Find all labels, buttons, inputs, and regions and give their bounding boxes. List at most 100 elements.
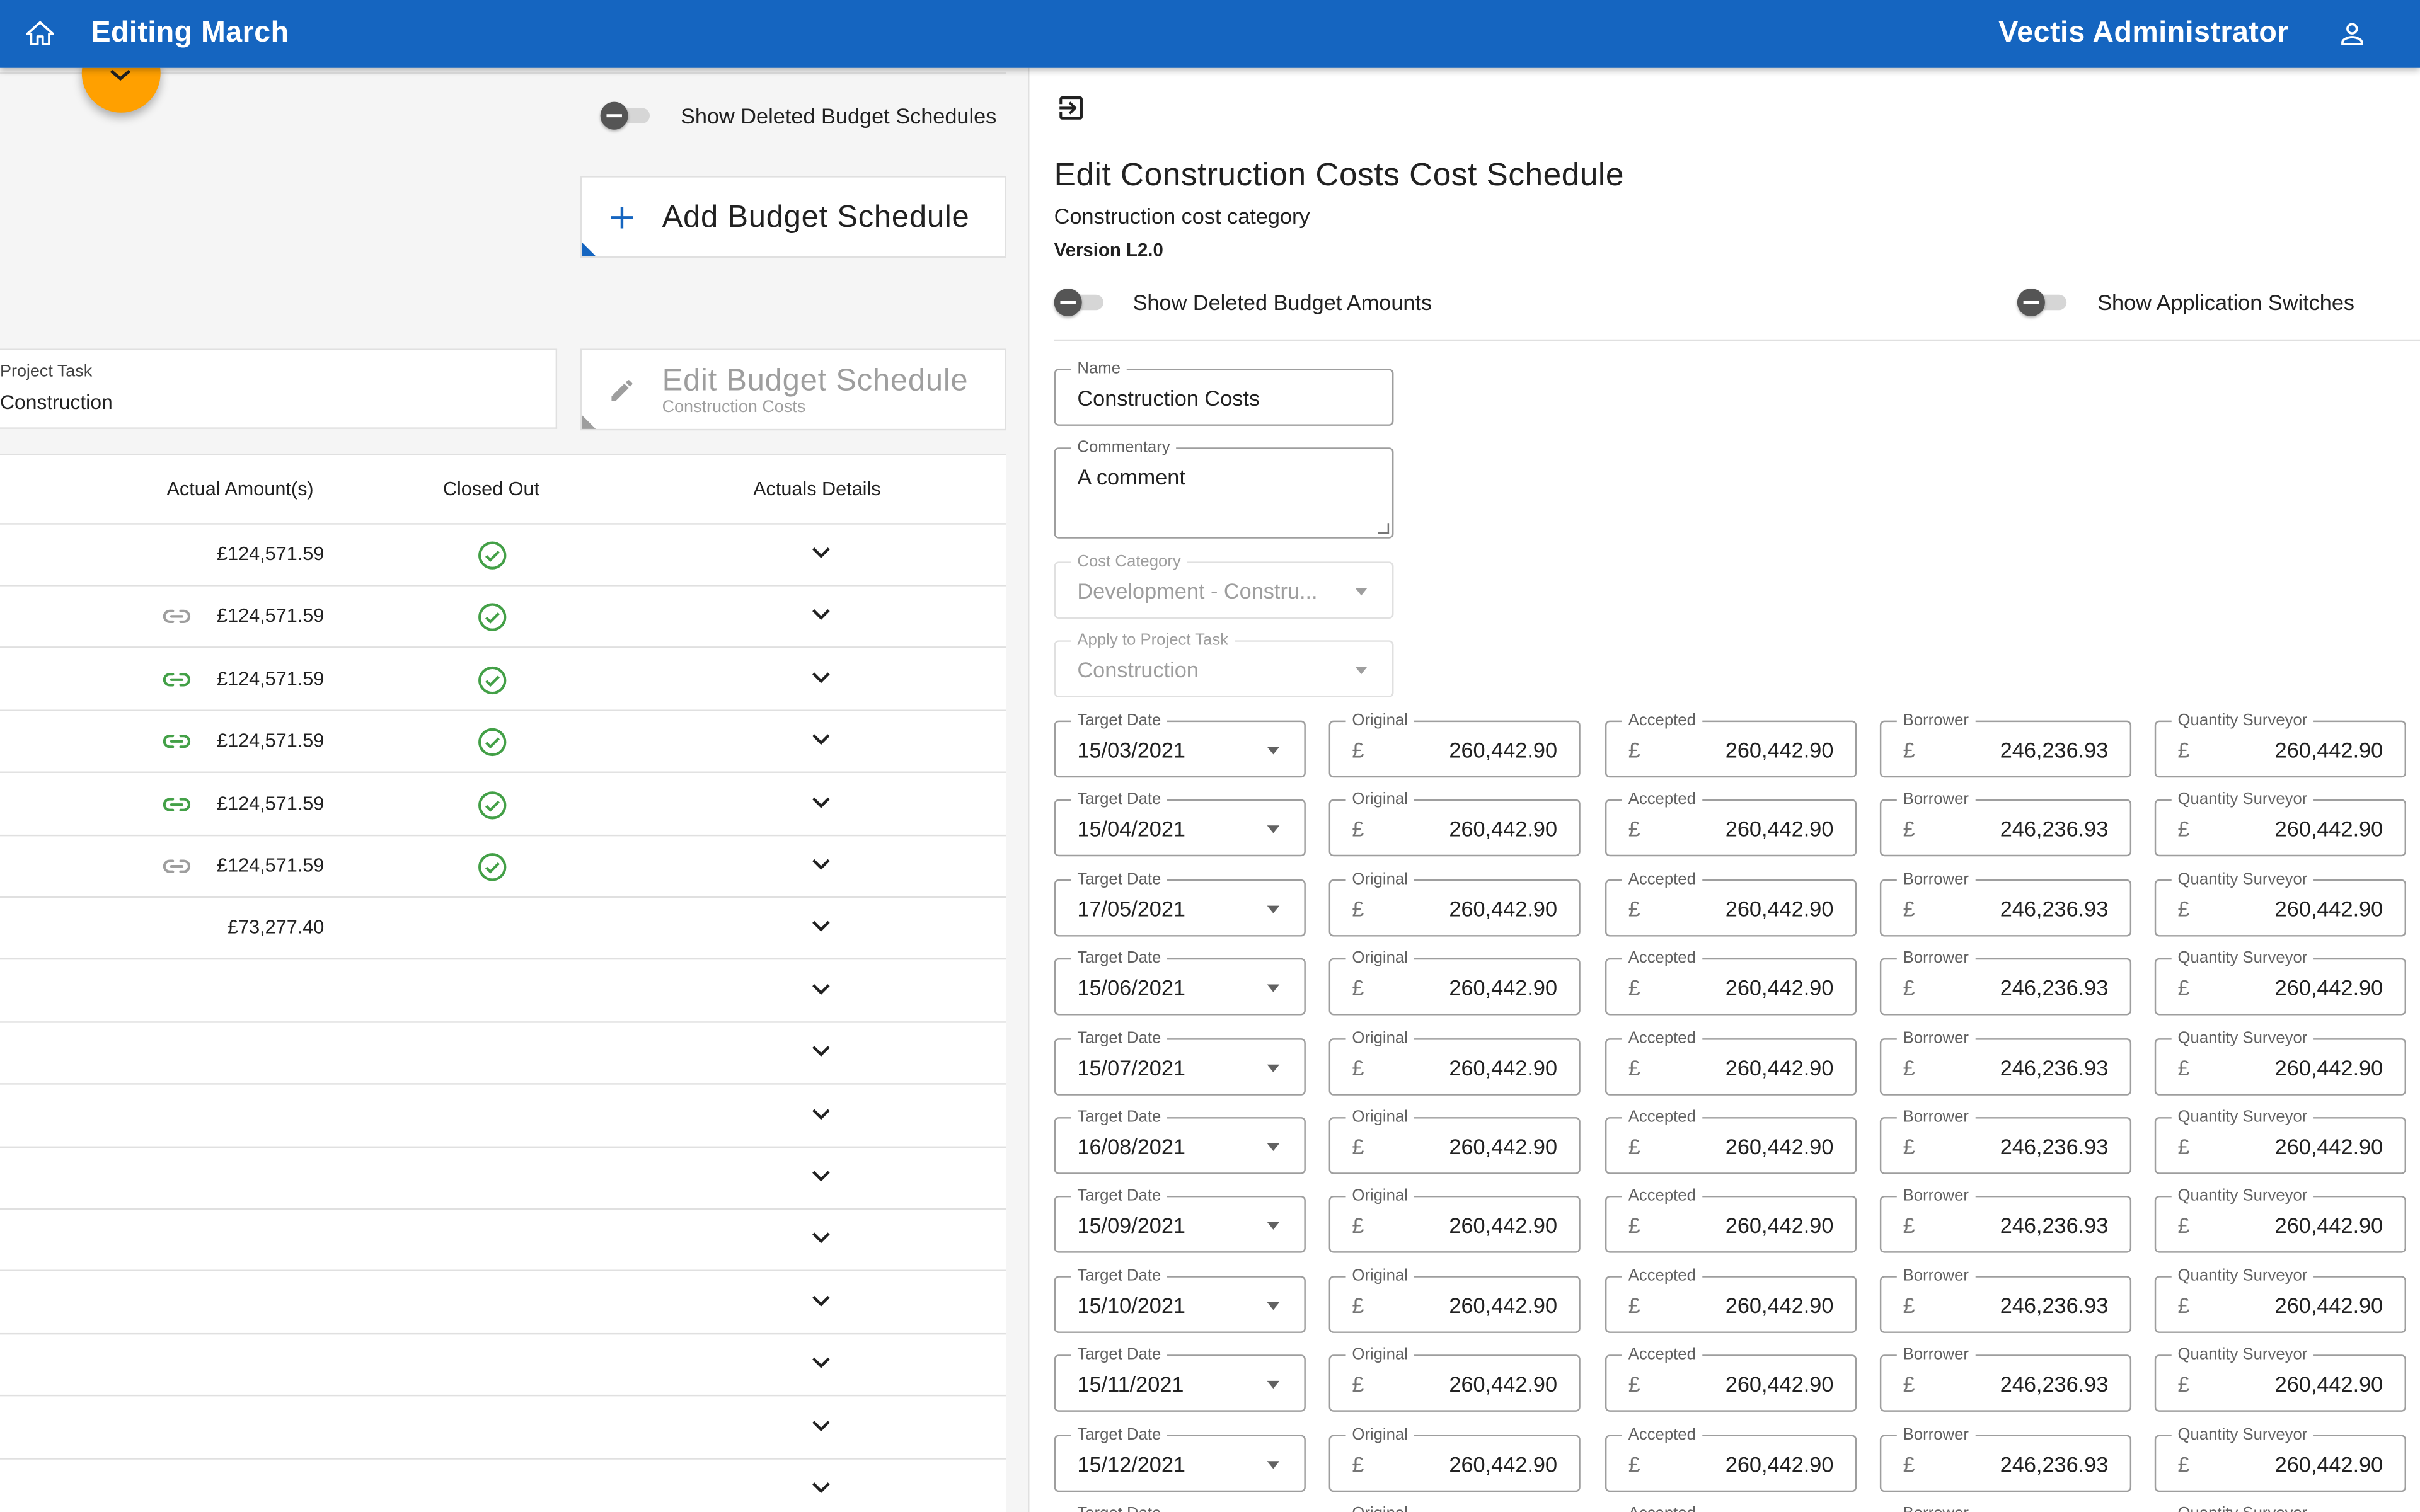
- accepted-field[interactable]: Accepted £260,442.90: [1605, 1028, 1857, 1095]
- target-date-label: Target Date: [1071, 1266, 1168, 1285]
- target-date-label: Target Date: [1071, 869, 1168, 889]
- name-field[interactable]: Name Construction Costs: [1054, 359, 1394, 426]
- borrower-field[interactable]: Borrower £246,236.93: [1879, 790, 2132, 857]
- expand-row-icon[interactable]: [810, 1106, 832, 1121]
- expand-row-icon[interactable]: [810, 1418, 832, 1433]
- accepted-field[interactable]: Accepted £260,442.90: [1605, 1424, 1857, 1492]
- expand-row-icon[interactable]: [810, 1230, 832, 1246]
- currency-symbol: £: [1352, 1451, 1364, 1476]
- target-date-select[interactable]: Target Date 15/10/2021: [1054, 1266, 1306, 1333]
- borrower-label: Borrower: [1896, 869, 1975, 889]
- expand-row-icon[interactable]: [810, 1168, 832, 1183]
- expand-row-icon[interactable]: [810, 669, 832, 684]
- target-date-select[interactable]: Target Date 15/12/2021: [1054, 1424, 1306, 1492]
- expand-row-icon[interactable]: [810, 919, 832, 934]
- accepted-field[interactable]: Accepted £260,442.90: [1605, 790, 1857, 857]
- borrower-field[interactable]: Borrower £246,236.93: [1879, 1266, 2132, 1333]
- target-date-select[interactable]: Target Date 17/05/2021: [1054, 869, 1306, 937]
- quantity-surveyor-field[interactable]: Quantity Surveyor £260,442.90: [2154, 949, 2406, 1016]
- original-field[interactable]: Original £260,442.90: [1328, 1187, 1581, 1254]
- original-field[interactable]: Original £260,442.90: [1328, 949, 1581, 1016]
- expand-fab[interactable]: [81, 67, 161, 113]
- add-budget-schedule-label: Add Budget Schedule: [662, 200, 970, 235]
- borrower-field[interactable]: Borrower £246,236.93: [1879, 949, 2132, 1016]
- borrower-value: 246,236.93: [2000, 1134, 2109, 1159]
- original-field[interactable]: Original £260,442.90: [1328, 869, 1581, 937]
- accepted-field[interactable]: Accepted £260,442.90: [1605, 1266, 1857, 1333]
- exit-panel-icon[interactable]: [1056, 93, 1086, 123]
- target-date-select[interactable]: Target Date 16/08/2021: [1054, 1108, 1306, 1174]
- accepted-field[interactable]: Accepted £260,442.90: [1605, 869, 1857, 937]
- expand-row-icon[interactable]: [810, 544, 832, 559]
- original-field[interactable]: Original £260,442.90: [1328, 711, 1581, 778]
- borrower-field[interactable]: Borrower £246,236.93: [1879, 1028, 2132, 1095]
- expand-row-icon[interactable]: [810, 856, 832, 871]
- currency-symbol: £: [1903, 737, 1915, 762]
- quantity-surveyor-field[interactable]: Quantity Surveyor £260,442.90: [2154, 1108, 2406, 1174]
- target-date-select[interactable]: Target Date 15/07/2021: [1054, 1028, 1306, 1095]
- borrower-field[interactable]: Borrower £246,236.93: [1879, 1187, 2132, 1254]
- version-label: Version L2.0: [1054, 239, 1163, 261]
- borrower-field[interactable]: Borrower £246,236.93: [1879, 711, 2132, 778]
- quantity-surveyor-field[interactable]: Quantity Surveyor £260,442.90: [2154, 1345, 2406, 1412]
- expand-row-icon[interactable]: [810, 607, 832, 622]
- show-deleted-schedules-label: Show Deleted Budget Schedules: [681, 103, 997, 129]
- borrower-value: 246,236.93: [2000, 737, 2109, 762]
- original-label: Original: [1345, 949, 1414, 968]
- commentary-field[interactable]: Commentary A comment: [1054, 438, 1394, 539]
- borrower-field[interactable]: Borrower £246,236.93: [1879, 869, 2132, 937]
- original-label: Original: [1345, 1504, 1414, 1512]
- original-field[interactable]: Original £260,442.90: [1328, 1266, 1581, 1333]
- expand-row-icon[interactable]: [810, 731, 832, 747]
- borrower-field[interactable]: Borrower £246,236.93: [1879, 1424, 2132, 1492]
- original-field[interactable]: Original £260,442.90: [1328, 1108, 1581, 1174]
- expand-row-icon[interactable]: [810, 1355, 832, 1370]
- quantity-surveyor-field[interactable]: Quantity Surveyor £260,442.90: [2154, 1187, 2406, 1254]
- resize-handle[interactable]: [1378, 523, 1390, 534]
- target-date-select[interactable]: Target Date 15/09/2021: [1054, 1187, 1306, 1254]
- link-icon[interactable]: [162, 856, 192, 876]
- expand-row-icon[interactable]: [810, 1043, 832, 1058]
- borrower-field[interactable]: Borrower £246,236.93: [1879, 1108, 2132, 1174]
- expand-row-icon[interactable]: [810, 981, 832, 996]
- accepted-field[interactable]: Accepted £260,442.90: [1605, 1187, 1857, 1254]
- quantity-surveyor-field[interactable]: Quantity Surveyor £260,442.90: [2154, 869, 2406, 937]
- person-icon[interactable]: [2337, 18, 2368, 49]
- expand-row-icon[interactable]: [810, 794, 832, 809]
- original-field[interactable]: Original £260,442.90: [1328, 1345, 1581, 1412]
- link-icon[interactable]: [162, 731, 192, 752]
- accepted-field[interactable]: Accepted £260,442.90: [1605, 711, 1857, 778]
- show-application-switches-toggle[interactable]: [2017, 288, 2070, 317]
- link-icon[interactable]: [162, 794, 192, 814]
- accepted-field[interactable]: Accepted £260,442.90: [1605, 1108, 1857, 1174]
- target-date-select[interactable]: Target Date 15/11/2021: [1054, 1345, 1306, 1412]
- accepted-field[interactable]: Accepted £260,442.90: [1605, 949, 1857, 1016]
- accepted-field[interactable]: Accepted £260,442.90: [1605, 1345, 1857, 1412]
- quantity-surveyor-field[interactable]: Quantity Surveyor £260,442.90: [2154, 711, 2406, 778]
- target-date-select[interactable]: Target Date 15/04/2021: [1054, 790, 1306, 857]
- quantity-surveyor-field[interactable]: Quantity Surveyor £260,442.90: [2154, 1266, 2406, 1333]
- currency-symbol: £: [1903, 1213, 1915, 1239]
- link-icon[interactable]: [162, 669, 192, 689]
- link-icon[interactable]: [162, 607, 192, 627]
- original-field[interactable]: Original £260,442.90: [1328, 1028, 1581, 1095]
- quantity-surveyor-field[interactable]: Quantity Surveyor £260,442.90: [2154, 1028, 2406, 1095]
- target-date-select[interactable]: Target Date 15/03/2021: [1054, 711, 1306, 778]
- caret-down-icon: [1267, 1302, 1280, 1310]
- currency-symbol: £: [1352, 1134, 1364, 1159]
- quantity-surveyor-field[interactable]: Quantity Surveyor £260,442.90: [2154, 1424, 2406, 1492]
- expand-row-icon[interactable]: [810, 1480, 832, 1495]
- home-icon[interactable]: [25, 18, 55, 49]
- show-deleted-amounts-toggle[interactable]: [1054, 288, 1107, 317]
- borrower-field[interactable]: Borrower £246,236.93: [1879, 1345, 2132, 1412]
- target-date-select[interactable]: Target Date 15/06/2021: [1054, 949, 1306, 1016]
- add-budget-schedule-button[interactable]: Add Budget Schedule: [580, 176, 1006, 258]
- original-field[interactable]: Original £260,442.90: [1328, 790, 1581, 857]
- table-row: £124,571.59: [0, 587, 1006, 649]
- borrower-label: Borrower: [1896, 1424, 1975, 1444]
- show-deleted-schedules-toggle[interactable]: [600, 101, 653, 130]
- edit-budget-schedule-button[interactable]: Edit Budget Schedule Construction Costs: [580, 348, 1006, 431]
- original-field[interactable]: Original £260,442.90: [1328, 1424, 1581, 1492]
- expand-row-icon[interactable]: [810, 1293, 832, 1308]
- quantity-surveyor-field[interactable]: Quantity Surveyor £260,442.90: [2154, 790, 2406, 857]
